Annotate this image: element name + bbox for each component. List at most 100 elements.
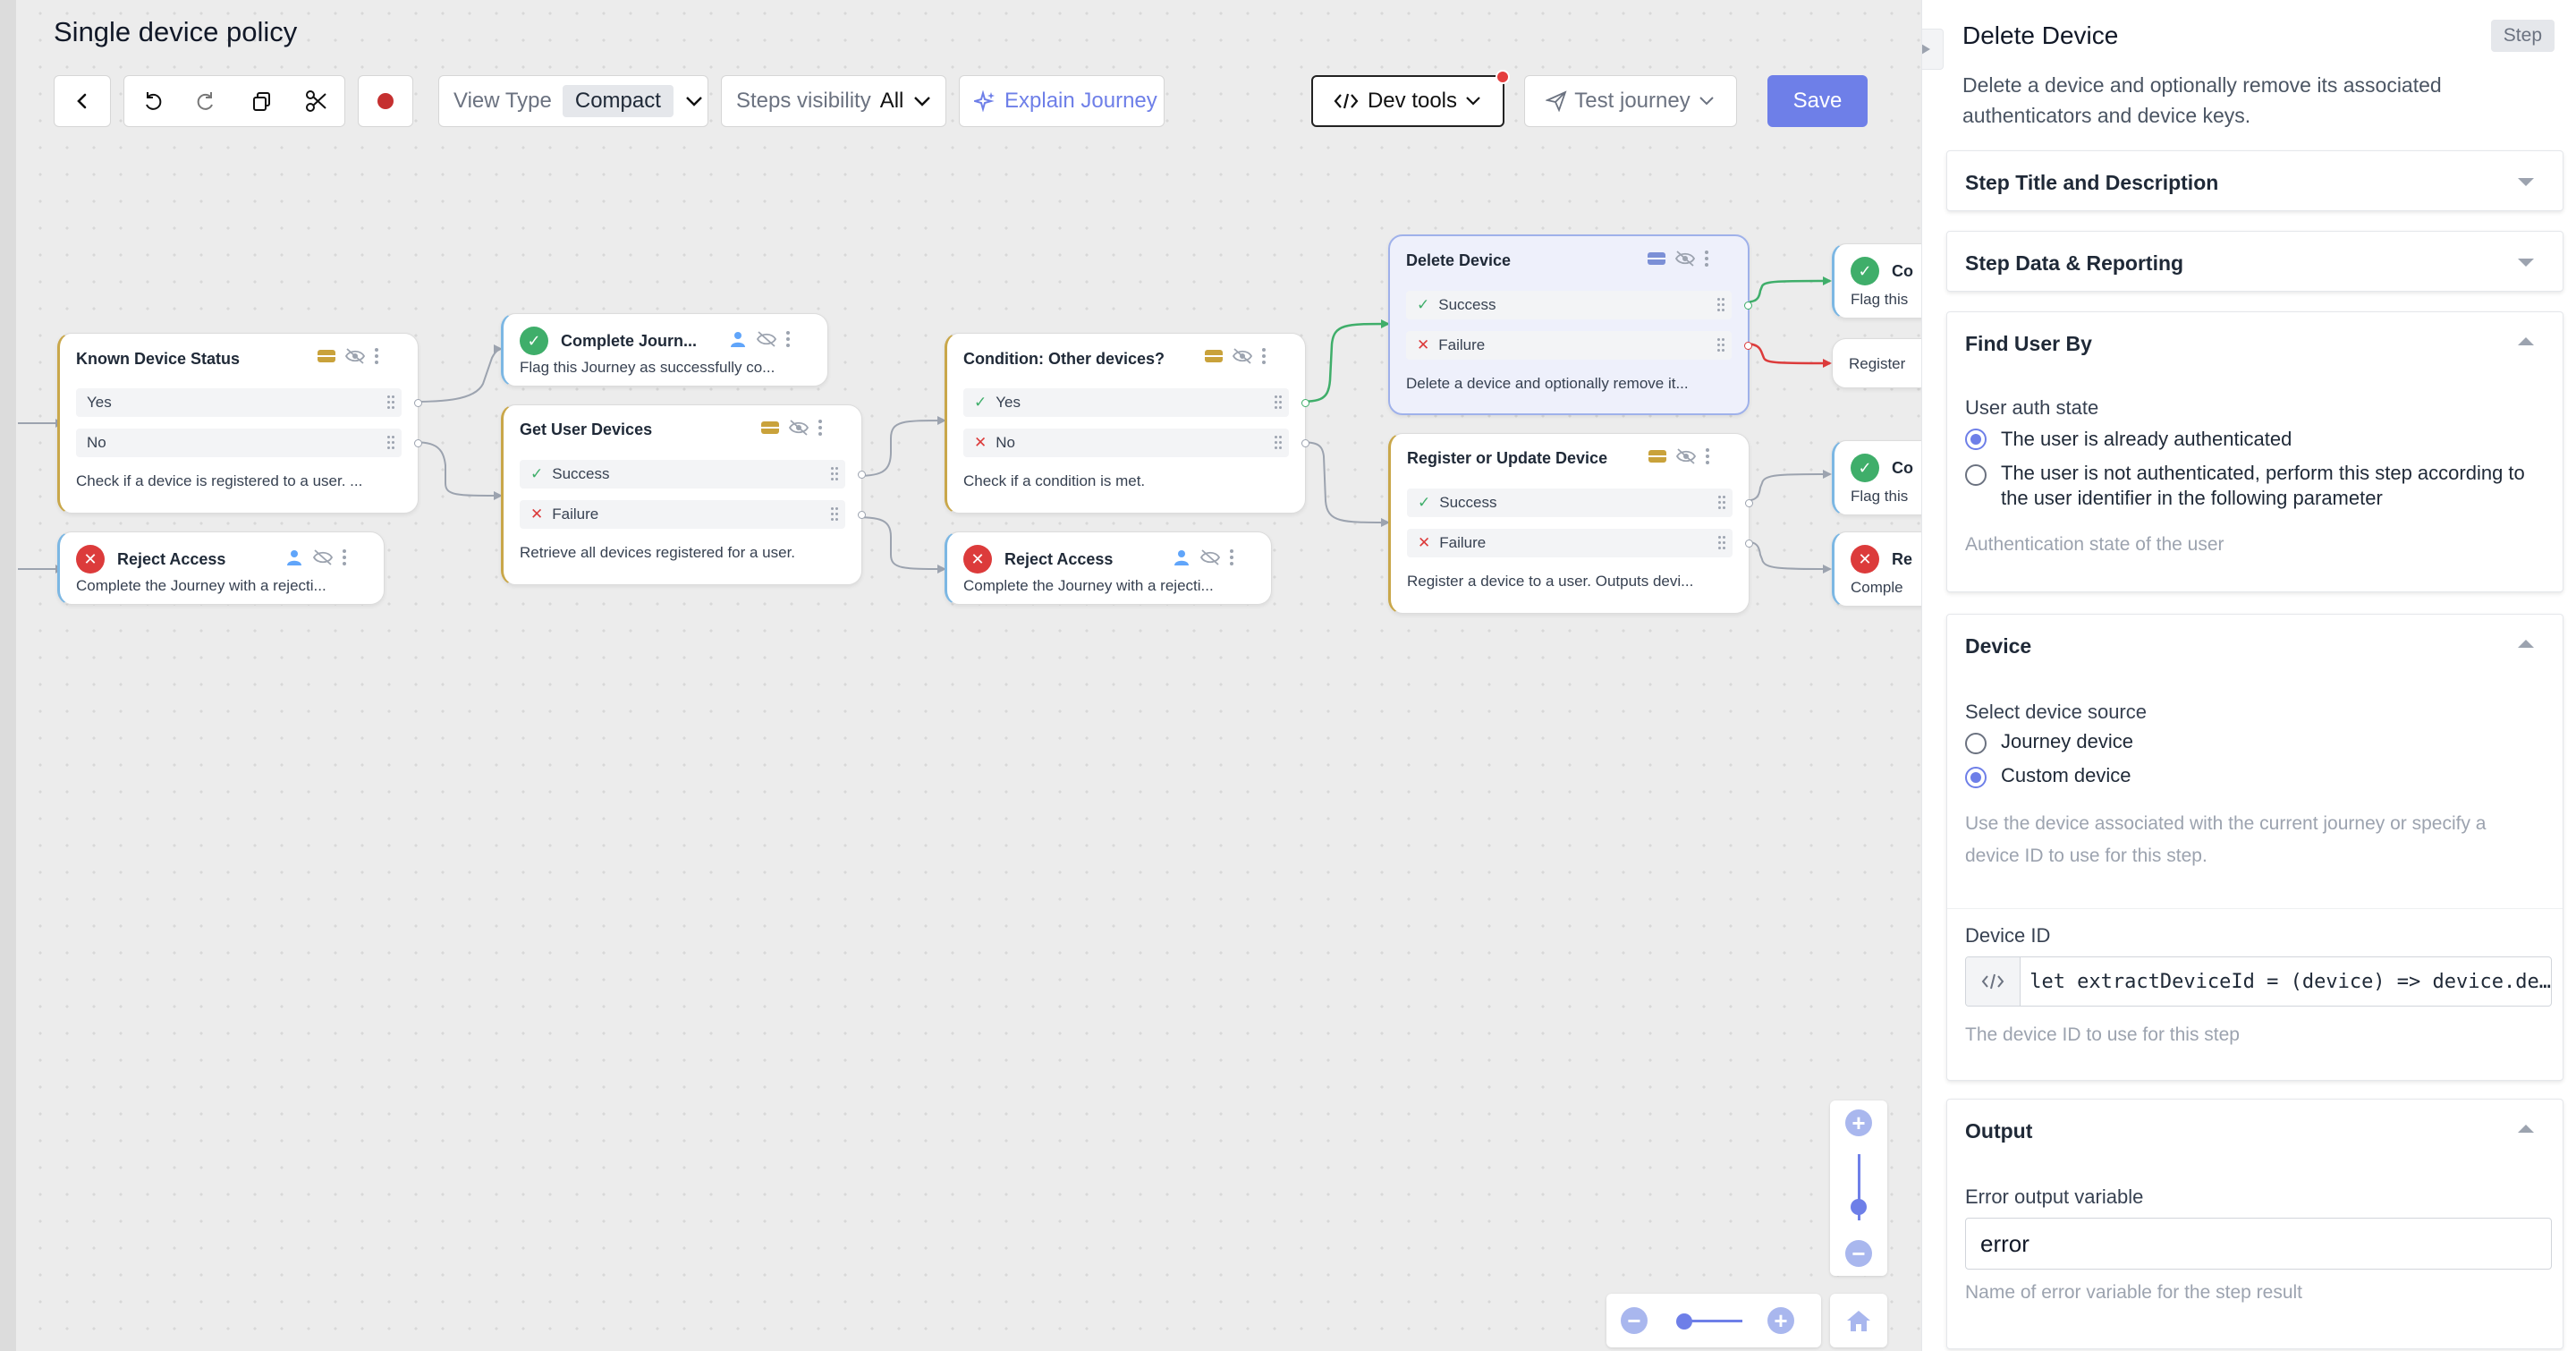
output-success[interactable]: ✓ Success — [1406, 291, 1732, 319]
more-icon[interactable] — [343, 549, 346, 565]
node-register-partial[interactable]: Register — [1832, 338, 1921, 388]
radio-label: The user is already authenticated — [2001, 428, 2292, 450]
zoom-out-icon[interactable]: − — [1621, 1307, 1648, 1334]
output-port[interactable] — [858, 471, 866, 479]
radio-label: The user is not authenticated, perform t… — [2001, 462, 2525, 509]
drag-handle-icon[interactable] — [1718, 496, 1727, 510]
node-delete-device[interactable]: Delete Device ✓ Success ✕ Failure Delete a… — [1388, 234, 1752, 415]
node-reject-access-partial[interactable]: ✕ Re Comple — [1832, 531, 1921, 607]
vertical-zoom-control: + − — [1830, 1100, 1887, 1276]
section-title: Step Data & Reporting — [1965, 251, 2184, 275]
output-port[interactable] — [414, 439, 422, 447]
more-icon[interactable] — [818, 420, 822, 436]
output-label: No — [87, 434, 106, 451]
output-no[interactable]: ✕ No — [963, 429, 1289, 457]
output-failure[interactable]: ✕ Failure — [520, 500, 845, 529]
chevron-up-icon[interactable] — [2518, 337, 2534, 345]
drag-handle-icon[interactable] — [1717, 338, 1726, 353]
drag-handle-icon[interactable] — [1275, 436, 1284, 450]
output-label: Yes — [87, 394, 112, 411]
node-reject-access[interactable]: ✕ Reject Access Complete the Journey wit… — [945, 531, 1272, 605]
output-port[interactable] — [1745, 540, 1753, 548]
section-step-data-reporting[interactable]: Step Data & Reporting — [1946, 231, 2563, 292]
panel-title: Delete Device — [1962, 21, 2119, 49]
field-help: Authentication state of the user — [1965, 534, 2224, 555]
code-editor-button[interactable] — [1966, 957, 2021, 1006]
check-icon: ✓ — [520, 327, 548, 355]
journey-canvas[interactable]: Single device policy View Type Compact S… — [0, 0, 1921, 1351]
output-success[interactable]: ✓ Success — [520, 460, 845, 489]
more-icon[interactable] — [1262, 348, 1266, 364]
node-condition-other-devices[interactable]: Condition: Other devices? ✓ Yes ✕ No Check… — [945, 333, 1309, 514]
section-title: Step Title and Description — [1965, 171, 2219, 194]
drag-handle-icon[interactable] — [387, 395, 396, 410]
node-complete-journey[interactable]: ✓ Complete Journ... Flag this Journey as… — [501, 313, 828, 387]
drag-handle-icon[interactable] — [1275, 395, 1284, 410]
drag-handle-icon[interactable] — [831, 507, 840, 522]
zoom-slider-handle[interactable] — [1676, 1313, 1692, 1330]
more-icon[interactable] — [786, 331, 790, 347]
chevron-up-icon[interactable] — [2518, 640, 2534, 648]
node-known-device-status[interactable]: Known Device Status Yes No Check if a de… — [57, 333, 422, 514]
fit-view-button[interactable] — [1830, 1294, 1887, 1347]
output-port[interactable] — [1744, 302, 1752, 310]
radio-custom-device[interactable] — [1965, 767, 1987, 788]
output-port[interactable] — [1745, 499, 1753, 507]
drag-handle-icon[interactable] — [1718, 536, 1727, 550]
play-icon — [1922, 44, 1930, 55]
check-icon: ✓ — [1851, 257, 1879, 285]
radio-user-authenticated[interactable] — [1965, 429, 1987, 450]
zoom-slider-handle[interactable] — [1851, 1199, 1867, 1215]
device-id-code-field[interactable]: let extractDeviceId = (device) => device… — [1965, 956, 2552, 1007]
field-label: Device ID — [1965, 924, 2051, 947]
zoom-slider-track[interactable] — [1685, 1320, 1742, 1322]
output-port[interactable] — [858, 511, 866, 519]
radio-journey-device[interactable] — [1965, 733, 1987, 754]
check-icon: ✓ — [1417, 296, 1430, 313]
more-icon[interactable] — [1705, 251, 1708, 267]
eye-off-icon — [1674, 251, 1696, 267]
output-port[interactable] — [1744, 342, 1752, 350]
eye-off-icon — [788, 420, 809, 436]
section-find-user-by: Find User By User auth state The user is… — [1946, 311, 2563, 592]
zoom-in-icon[interactable]: + — [1767, 1307, 1794, 1334]
eye-off-icon — [312, 549, 334, 565]
field-help: Use the device associated with the curre… — [1965, 813, 2487, 866]
output-success[interactable]: ✓ Success — [1407, 489, 1733, 517]
zoom-in-icon[interactable]: + — [1845, 1109, 1872, 1136]
error-output-variable-input[interactable]: error — [1965, 1218, 2552, 1270]
close-icon: ✕ — [530, 506, 544, 523]
chevron-up-icon[interactable] — [2518, 1125, 2534, 1133]
check-icon: ✓ — [1418, 494, 1431, 511]
output-port[interactable] — [1301, 399, 1309, 407]
node-reject-access[interactable]: ✕ Reject Access Complete the Journey wit… — [57, 531, 385, 605]
drag-handle-icon[interactable] — [387, 436, 396, 450]
data-icon — [761, 421, 779, 434]
section-title: Find User By — [1965, 332, 2092, 355]
zoom-out-icon[interactable]: − — [1845, 1240, 1872, 1267]
collapse-panel-button[interactable] — [1922, 29, 1944, 70]
section-step-title-description[interactable]: Step Title and Description — [1946, 150, 2563, 211]
divider — [1947, 908, 2563, 909]
output-failure[interactable]: ✕ Failure — [1407, 529, 1733, 557]
output-port[interactable] — [1301, 439, 1309, 447]
output-failure[interactable]: ✕ Failure — [1406, 331, 1732, 360]
more-icon[interactable] — [1230, 549, 1233, 565]
eye-off-icon — [344, 348, 366, 364]
output-port[interactable] — [414, 399, 422, 407]
more-icon[interactable] — [375, 348, 378, 364]
output-yes[interactable]: ✓ Yes — [963, 388, 1289, 417]
more-icon[interactable] — [1706, 448, 1709, 464]
drag-handle-icon[interactable] — [831, 467, 840, 481]
user-icon — [287, 550, 301, 565]
output-label: Failure — [1439, 534, 1487, 551]
node-title: Condition: Other devices? — [963, 350, 1165, 368]
drag-handle-icon[interactable] — [1717, 298, 1726, 312]
node-get-user-devices[interactable]: Get User Devices ✓ Success ✕ Failure Retri… — [501, 404, 866, 585]
node-register-update-device[interactable]: Register or Update Device ✓ Success ✕ Fail… — [1388, 433, 1753, 614]
output-no[interactable]: No — [76, 429, 402, 457]
node-complete-journey-partial[interactable]: ✓ Co Flag this — [1832, 440, 1921, 515]
output-yes[interactable]: Yes — [76, 388, 402, 417]
node-complete-journey-partial[interactable]: ✓ Co Flag this — [1832, 243, 1921, 319]
radio-user-not-authenticated[interactable] — [1965, 464, 1987, 486]
